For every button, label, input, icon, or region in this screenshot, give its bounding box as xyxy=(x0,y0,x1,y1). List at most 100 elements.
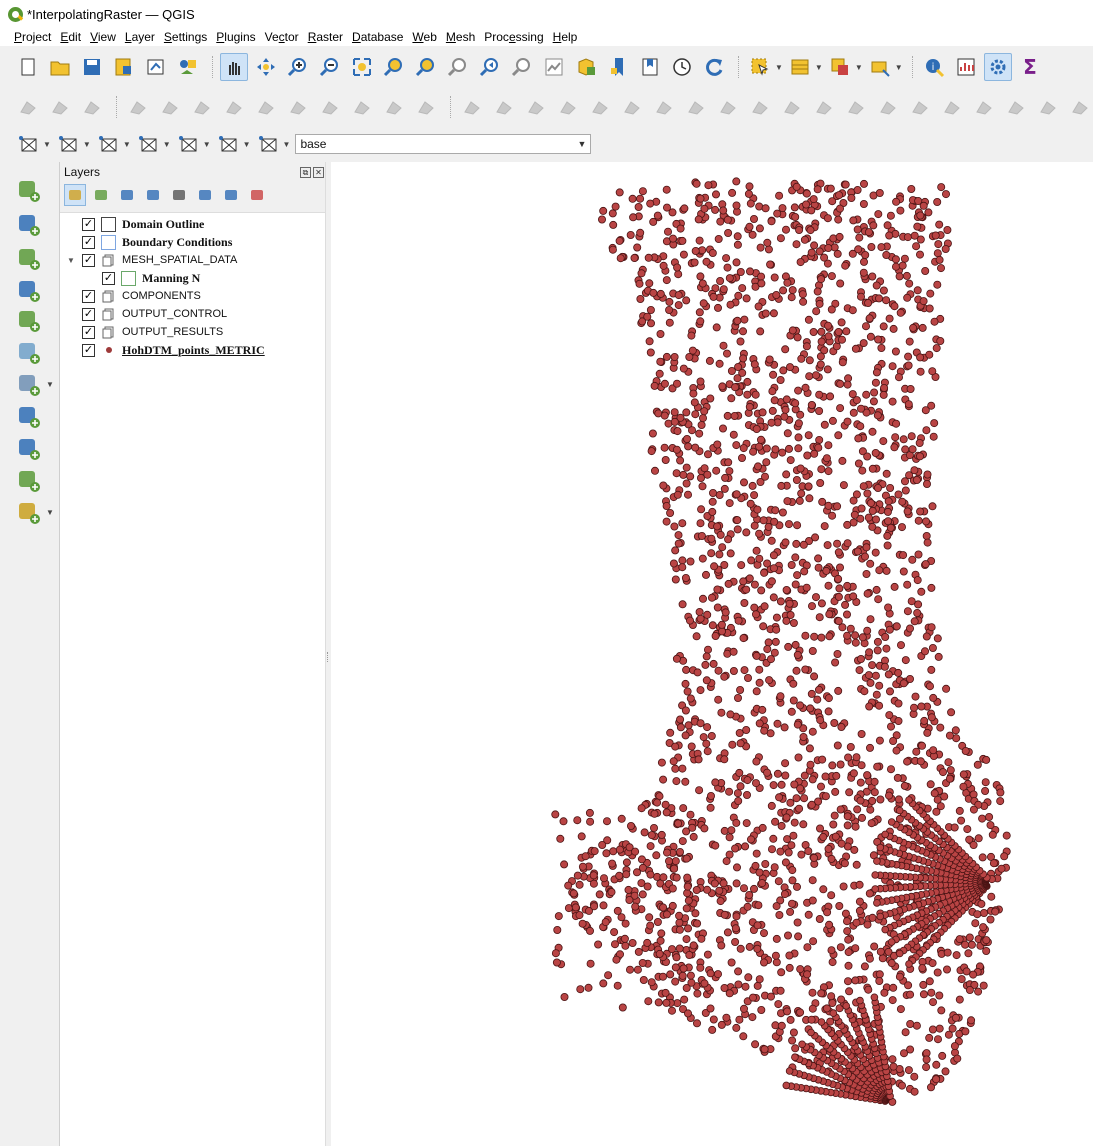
add-geopackage-button[interactable] xyxy=(14,306,44,336)
merge-features-button[interactable] xyxy=(810,93,838,121)
new-map-view-button[interactable] xyxy=(540,53,568,81)
close-panel-icon[interactable]: ✕ xyxy=(313,166,324,178)
style-manager-button[interactable] xyxy=(174,53,202,81)
chevron-down-icon[interactable]: ▼ xyxy=(163,140,171,149)
add-point-button[interactable] xyxy=(156,93,184,121)
add-wcs-button[interactable] xyxy=(14,466,44,496)
rotate-point-button[interactable] xyxy=(874,93,902,121)
reverse-line-button[interactable] xyxy=(938,93,966,121)
mesh-import-button[interactable] xyxy=(254,130,282,158)
menu-edit[interactable]: Edit xyxy=(60,30,81,44)
delete-selected-button[interactable] xyxy=(252,93,280,121)
add-mesh-layer-button[interactable] xyxy=(14,244,44,274)
save-as-button[interactable] xyxy=(110,53,138,81)
expand-toggle-icon[interactable]: ▼ xyxy=(66,256,76,265)
delete-part-button[interactable] xyxy=(650,93,678,121)
mesh-clear-button[interactable] xyxy=(54,130,82,158)
layer-row[interactable]: ✓ Manning N xyxy=(86,269,200,287)
simplify-button[interactable] xyxy=(906,93,934,121)
chevron-down-icon[interactable]: ▼ xyxy=(43,140,51,149)
select-by-value-button[interactable] xyxy=(826,53,854,81)
open-project-button[interactable] xyxy=(46,53,74,81)
zoom-full-button[interactable] xyxy=(348,53,376,81)
layer-row[interactable]: ✓ OUTPUT_CONTROL xyxy=(66,305,227,323)
new-project-button[interactable] xyxy=(14,53,42,81)
zoom-next-button[interactable] xyxy=(508,53,536,81)
zoom-to-layer-button[interactable] xyxy=(412,53,440,81)
layer-row[interactable]: ✓ COMPONENTS xyxy=(66,287,201,305)
split-features-button[interactable] xyxy=(746,93,774,121)
collapse-all-button[interactable] xyxy=(220,184,242,206)
undo-button[interactable] xyxy=(380,93,408,121)
cut-features-button[interactable] xyxy=(284,93,312,121)
menu-database[interactable]: Database xyxy=(352,30,403,44)
sum-button[interactable]: Σ xyxy=(1016,53,1044,81)
current-edits-button[interactable] xyxy=(14,93,42,121)
layer-visibility-checkbox[interactable]: ✓ xyxy=(82,217,95,231)
select-features-button[interactable] xyxy=(746,53,774,81)
mesh-style-button[interactable] xyxy=(134,130,162,158)
zoom-native-button[interactable] xyxy=(444,53,472,81)
label-rotate-button[interactable] xyxy=(1034,93,1062,121)
filter-expression-button[interactable] xyxy=(168,184,190,206)
reshape-button[interactable] xyxy=(682,93,710,121)
float-panel-icon[interactable]: ⧉ xyxy=(300,166,311,178)
zoom-to-selection-button[interactable] xyxy=(380,53,408,81)
save-project-button[interactable] xyxy=(78,53,106,81)
layer-row[interactable]: ▼ ✓ MESH_SPATIAL_DATA xyxy=(66,251,237,269)
layer-visibility-checkbox[interactable]: ✓ xyxy=(82,325,95,339)
zoom-last-button[interactable] xyxy=(476,53,504,81)
chevron-down-icon[interactable]: ▼ xyxy=(855,63,863,72)
print-layout-button[interactable] xyxy=(142,53,170,81)
chevron-down-icon[interactable]: ▼ xyxy=(203,140,211,149)
chevron-down-icon[interactable]: ▼ xyxy=(283,140,291,149)
add-delimited-text-button[interactable] xyxy=(14,276,44,306)
menu-processing[interactable]: Processing xyxy=(484,30,543,44)
digitize-line-button[interactable] xyxy=(124,93,152,121)
expand-all-button[interactable] xyxy=(194,184,216,206)
layer-visibility-checkbox[interactable]: ✓ xyxy=(82,343,95,357)
statistics-button[interactable] xyxy=(952,53,980,81)
mesh-export-button[interactable] xyxy=(214,130,242,158)
split-parts-button[interactable] xyxy=(778,93,806,121)
merge-attributes-button[interactable] xyxy=(842,93,870,121)
chevron-down-icon[interactable]: ▼ xyxy=(46,508,54,517)
add-ring-button[interactable] xyxy=(522,93,550,121)
menu-help[interactable]: Help xyxy=(553,30,578,44)
filter-legend-button[interactable] xyxy=(142,184,164,206)
open-layer-styling-button[interactable] xyxy=(64,184,86,206)
zoom-in-button[interactable] xyxy=(284,53,312,81)
chevron-down-icon[interactable]: ▼ xyxy=(123,140,131,149)
layer-visibility-checkbox[interactable]: ✓ xyxy=(82,235,95,249)
chevron-down-icon[interactable]: ▼ xyxy=(815,63,823,72)
new-3d-view-button[interactable] xyxy=(572,53,600,81)
add-raster-layer-button[interactable] xyxy=(14,210,44,240)
label-move-button[interactable] xyxy=(1002,93,1030,121)
add-group-button[interactable] xyxy=(90,184,112,206)
attribute-table-button[interactable] xyxy=(786,53,814,81)
processing-toolbox-button[interactable] xyxy=(983,53,1012,81)
label-pin-button[interactable] xyxy=(970,93,998,121)
add-postgis-button[interactable] xyxy=(14,370,44,400)
chevron-down-icon[interactable]: ▼ xyxy=(895,63,903,72)
save-edits-button[interactable] xyxy=(78,93,106,121)
fill-ring-button[interactable] xyxy=(586,93,614,121)
manage-visibility-button[interactable] xyxy=(116,184,138,206)
menu-plugins[interactable]: Plugins xyxy=(216,30,255,44)
offset-curve-button[interactable] xyxy=(714,93,742,121)
layer-visibility-checkbox[interactable]: ✓ xyxy=(82,307,95,321)
mesh-dataset-select[interactable]: base ▼ xyxy=(295,134,592,154)
chevron-down-icon[interactable]: ▼ xyxy=(83,140,91,149)
remove-layer-button[interactable] xyxy=(246,184,268,206)
chevron-down-icon[interactable]: ▼ xyxy=(775,63,783,72)
menu-layer[interactable]: Layer xyxy=(125,30,155,44)
mesh-edit-button[interactable] xyxy=(94,130,122,158)
add-part-button[interactable] xyxy=(554,93,582,121)
menu-project[interactable]: Project xyxy=(14,30,51,44)
add-spatialite-button[interactable] xyxy=(14,338,44,368)
pan-to-selection-button[interactable] xyxy=(252,53,280,81)
menu-view[interactable]: View xyxy=(90,30,116,44)
chevron-down-icon[interactable]: ▼ xyxy=(243,140,251,149)
layer-row[interactable]: ✓ HohDTM_points_METRIC xyxy=(66,341,265,359)
redo-button[interactable] xyxy=(412,93,440,121)
